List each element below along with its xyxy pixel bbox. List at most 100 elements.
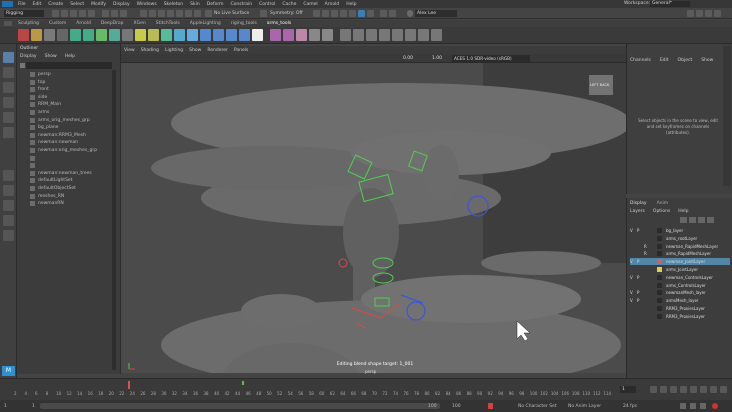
layer-row[interactable]: V Pbg_layer: [630, 227, 730, 234]
lasso-tool-icon[interactable]: [3, 67, 14, 78]
shelf-tab-active[interactable]: arms_tools: [267, 21, 291, 26]
mel-python-icon[interactable]: M: [2, 366, 15, 376]
outliner-row[interactable]: newmanRN: [30, 200, 64, 207]
render-sequence-icon[interactable]: [322, 10, 329, 17]
modeling-toolkit-icon[interactable]: [687, 10, 694, 17]
current-time-marker[interactable]: [128, 381, 130, 389]
shelf-tool-icon[interactable]: [83, 29, 94, 41]
viewport-menu-item[interactable]: Show: [189, 48, 201, 53]
playback-end-field[interactable]: 100: [428, 404, 437, 409]
select-tool-icon[interactable]: [3, 52, 14, 63]
snap-surface-icon[interactable]: [176, 10, 183, 17]
shelf-tool-icon[interactable]: [366, 29, 377, 41]
single-view-layout-icon[interactable]: [3, 170, 14, 181]
side-tabs[interactable]: [723, 46, 731, 186]
shelf-tool-icon[interactable]: [296, 29, 307, 41]
snap-view-icon[interactable]: [167, 10, 174, 17]
new-layer-selected-icon[interactable]: [707, 217, 714, 223]
menu-item[interactable]: Camel: [303, 2, 317, 7]
side-by-side-layout-icon[interactable]: [3, 200, 14, 211]
layer-p-toggle[interactable]: P: [637, 227, 644, 234]
render-view-icon[interactable]: [367, 10, 374, 17]
shelf-tab[interactable]: DeepDrop: [101, 21, 124, 26]
exposure-field[interactable]: 0.00: [403, 56, 413, 61]
layer-row[interactable]: Rarms_RapidMeshLayer: [630, 250, 730, 257]
user-account-select[interactable]: Alex Lee: [415, 10, 457, 17]
layer-row[interactable]: RRM3_ProxiesLayer: [630, 313, 730, 320]
outliner-row[interactable]: persp: [30, 71, 51, 78]
layer-color-swatch[interactable]: [657, 306, 662, 311]
viewport-menu-item[interactable]: View: [124, 48, 135, 53]
channel-menu-item[interactable]: Object: [678, 58, 693, 63]
outliner-row[interactable]: meshes_RN: [30, 193, 64, 200]
menu-item[interactable]: Cache: [282, 2, 296, 7]
shelf-tool-icon[interactable]: [44, 29, 55, 41]
shelf-tool-icon[interactable]: [187, 29, 198, 41]
layer-color-swatch[interactable]: [657, 298, 662, 304]
layer-row[interactable]: V Pnewman_JointLayer: [630, 258, 730, 266]
preferences-icon[interactable]: [700, 403, 706, 409]
shelf-tab[interactable]: Arnold: [76, 21, 91, 26]
select-hierarchy-icon[interactable]: [102, 10, 109, 17]
render-frame-icon[interactable]: [313, 10, 320, 17]
move-layer-up-icon[interactable]: [680, 217, 687, 223]
tool-settings-icon[interactable]: [705, 10, 712, 17]
playback-start-field[interactable]: 1: [32, 404, 35, 409]
layer-row[interactable]: RRM3_ProxiesLayer: [630, 305, 730, 312]
shelf-tab[interactable]: Custom: [49, 21, 66, 26]
select-object-icon[interactable]: [111, 10, 118, 17]
ipr-render-icon[interactable]: [331, 10, 338, 17]
redo-icon[interactable]: [88, 10, 95, 17]
outliner-row[interactable]: newman:orig_meshes_grp: [30, 147, 97, 154]
symmetry-icon[interactable]: [260, 10, 267, 17]
search-icon[interactable]: [3, 230, 14, 241]
layer-v-toggle[interactable]: V: [630, 258, 637, 265]
shelf-tool-icon[interactable]: [379, 29, 390, 41]
menu-item[interactable]: Modify: [91, 2, 106, 7]
viewport-menu-item[interactable]: Panels: [234, 48, 248, 53]
new-layer-icon[interactable]: [698, 217, 705, 223]
shelf-tool-icon[interactable]: [109, 29, 120, 41]
layer-row[interactable]: V Pnewman_ControlsLayer: [630, 274, 730, 281]
channel-box-toggle-icon[interactable]: [714, 10, 721, 17]
layer-tab-display[interactable]: Display: [630, 201, 647, 206]
undo-icon[interactable]: [79, 10, 86, 17]
menu-item[interactable]: File: [18, 2, 26, 7]
move-layer-down-icon[interactable]: [689, 217, 696, 223]
shelf-tool-icon[interactable]: [96, 29, 107, 41]
menu-item[interactable]: Arnold: [325, 2, 340, 7]
layer-color-swatch[interactable]: [657, 228, 662, 233]
rotate-tool-icon[interactable]: [3, 112, 14, 123]
mode-select[interactable]: Rigging: [4, 10, 44, 17]
shelf-tool-icon[interactable]: [148, 29, 159, 41]
layer-color-swatch[interactable]: [657, 290, 662, 296]
attribute-editor-icon[interactable]: [696, 10, 703, 17]
layer-color-swatch[interactable]: [657, 282, 662, 288]
play-forward-icon[interactable]: [690, 386, 697, 393]
step-forward-frame-icon[interactable]: [700, 386, 707, 393]
range-end-field[interactable]: 100: [452, 404, 461, 409]
outliner-row[interactable]: [30, 162, 38, 169]
gamma-field[interactable]: 1.00: [432, 56, 442, 61]
play-icon[interactable]: [380, 10, 387, 17]
shelf-tool-icon[interactable]: [353, 29, 364, 41]
outliner-menu-item[interactable]: Help: [65, 54, 75, 59]
layer-menu-item[interactable]: Help: [678, 209, 688, 214]
layer-r-toggle[interactable]: R: [644, 250, 651, 257]
shelf-tool-icon[interactable]: [283, 29, 294, 41]
layer-row[interactable]: arms_ControlsLayer: [630, 282, 730, 289]
layer-row[interactable]: V ParmsMesh_layer: [630, 297, 730, 304]
outliner-row[interactable]: arms_orig_meshes_grp: [30, 117, 90, 124]
shelf-tool-icon[interactable]: [405, 29, 416, 41]
shelf-tool-icon[interactable]: [322, 29, 333, 41]
outliner-scrollbar[interactable]: [112, 70, 116, 370]
menu-item[interactable]: Control: [259, 2, 275, 7]
shelf-tool-icon[interactable]: [174, 29, 185, 41]
record-icon[interactable]: [712, 403, 718, 409]
outliner-row[interactable]: newman:newman: [30, 139, 78, 146]
shelf-tool-icon[interactable]: [200, 29, 211, 41]
outliner-row[interactable]: newman:RRM3_Mesh: [30, 132, 86, 139]
color-space-select[interactable]: ACES 1.0 SDR-video (sRGB): [452, 55, 530, 62]
outliner-row[interactable]: RRM_Main: [30, 101, 61, 108]
channel-menu-item[interactable]: Channels: [630, 58, 651, 63]
